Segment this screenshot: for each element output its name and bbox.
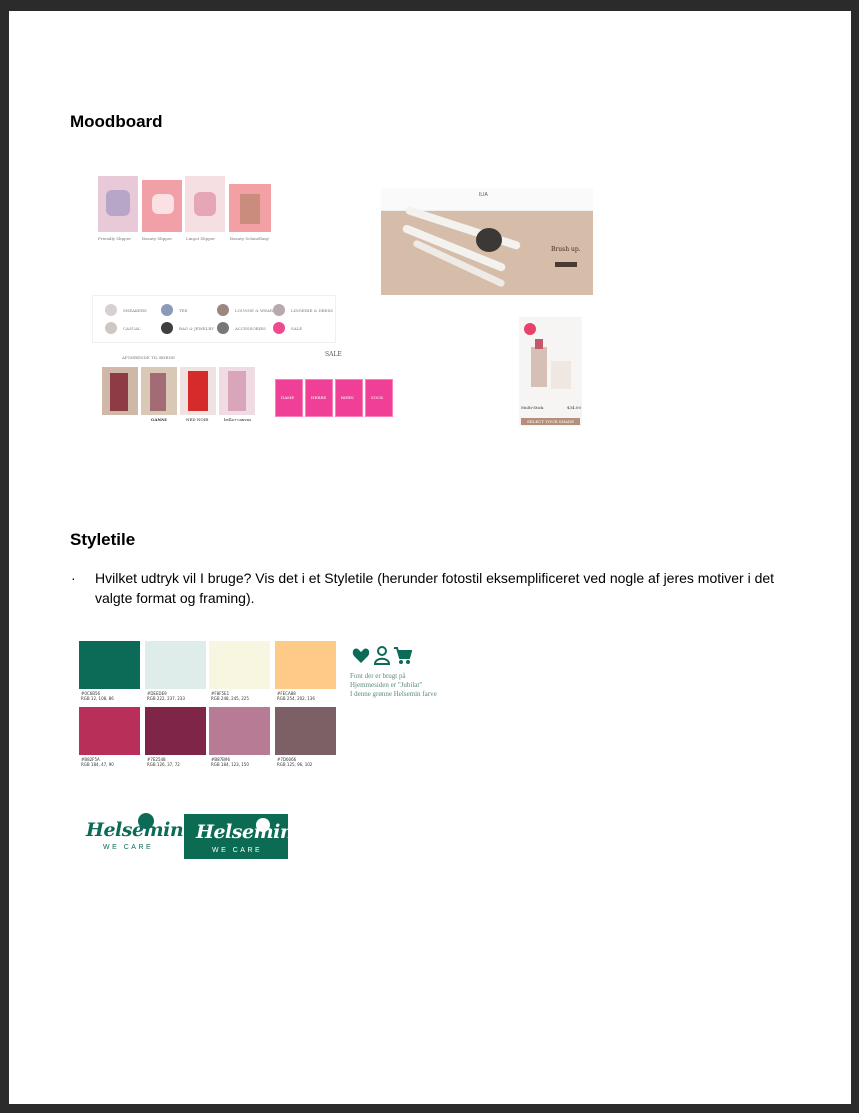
product-price: $34.00 (567, 405, 581, 410)
product-caption: Beauty Slipper (142, 236, 173, 241)
sale-tile-label[interactable]: SOCK (371, 395, 383, 400)
product-card: Multi-Stick $34.00 SELECT YOUR SHADE (519, 317, 582, 426)
heart-icon (352, 648, 370, 663)
color-swatch-label: #0C6B56 RGB 12, 108, 86 (81, 691, 114, 701)
user-icon (373, 646, 391, 665)
category-label[interactable]: SNEAKERS (123, 308, 147, 313)
category-label[interactable]: SALE (291, 326, 302, 331)
color-swatch (209, 707, 270, 755)
color-swatch-label: #DEEDE9 RGB 222, 237, 233 (147, 691, 185, 701)
category-label[interactable]: ACCESSORIES (235, 326, 266, 331)
cart-icon (394, 647, 412, 664)
moodboard-heading: Moodboard (70, 112, 163, 131)
ilia-headline: Brush up. (551, 246, 581, 253)
color-rgb: RGB 184, 47, 90 (81, 762, 114, 767)
color-swatch (209, 641, 270, 689)
color-rgb: RGB 12, 108, 86 (81, 696, 114, 701)
document-page: Moodboard Friendly Slipper Beauty Slippe… (9, 11, 851, 1104)
product-caption: Lingot Slipper (186, 236, 216, 241)
logo-tagline: WE CARE (212, 847, 263, 854)
bullet-marker: · (71, 570, 76, 586)
brands-section: AFGØRENDE TIL BØRNE GANNI NED NOIR bella… (92, 351, 257, 426)
color-swatch-label: #FECA88 RGB 254, 202, 136 (277, 691, 315, 701)
font-note-line: I denne grønne Helsemin farve (350, 690, 437, 698)
helsemin-logo-dark: Helsemin WE CARE (184, 814, 294, 859)
ilia-cta-button[interactable] (555, 262, 577, 267)
color-rgb: RGB 248, 245, 225 (211, 696, 249, 701)
color-swatch-label: #7E2548 RGB 126, 37, 72 (147, 757, 180, 767)
logo-tagline: WE CARE (103, 844, 154, 851)
brand-label: bella+canvas (224, 417, 252, 422)
color-swatch-label: #F8F5E1 RGB 248, 245, 225 (211, 691, 249, 701)
logo-wordmark: Helsemin (86, 819, 184, 841)
category-label[interactable]: LOUNGE & WEAR (235, 308, 273, 313)
bullet-text: Hvilket udtryk vil I bruge? Vis det i et… (95, 570, 775, 606)
styletile-heading: Styletile (70, 530, 136, 549)
color-swatch (145, 707, 206, 755)
color-swatch-label: #7D6066 RGB 125, 96, 102 (277, 757, 312, 767)
ilia-brand: ILIA (479, 192, 488, 198)
sale-section: SALE DAME HERRE BØRN SOCK (269, 349, 393, 419)
font-note-line: Font der er brugt på (350, 672, 406, 680)
color-rgb: RGB 184, 123, 150 (211, 762, 249, 767)
color-swatch (275, 641, 336, 689)
sale-tile-label[interactable]: BØRN (341, 395, 354, 400)
category-grid: SNEAKERS TEE LOUNGE & WEAR LINGERIE & DR… (92, 295, 336, 343)
font-note: Font der er brugt på Hjemmesiden er "Jub… (350, 672, 437, 699)
color-rgb: RGB 254, 202, 136 (277, 696, 315, 701)
category-label[interactable]: BAG & JEWELRY (179, 326, 214, 331)
product-card-button[interactable]: SELECT YOUR SHADE (527, 419, 574, 424)
color-swatch (79, 707, 140, 755)
category-label[interactable]: LINGERIE & DRESS (291, 308, 333, 313)
helsemin-logo-light: Helsemin WE CARE (86, 813, 184, 859)
color-rgb: RGB 222, 237, 233 (147, 696, 185, 701)
color-swatch-label: #B87B96 RGB 184, 123, 150 (211, 757, 249, 767)
color-rgb: RGB 126, 37, 72 (147, 762, 180, 767)
sale-tile-label[interactable]: HERRE (311, 395, 326, 400)
category-label[interactable]: TEE (179, 308, 188, 313)
font-note-line: Hjemmesiden er "Jubilat" (350, 681, 423, 689)
color-swatch (79, 641, 140, 689)
sale-title: SALE (325, 351, 342, 358)
color-swatch-label: #B82F5A RGB 184, 47, 90 (81, 757, 114, 767)
moodboard-collage: Friendly Slipper Beauty Slipper Lingot S… (79, 171, 599, 426)
product-caption: Beauty Schmelling! (230, 236, 270, 241)
brand-label: NED NOIR (186, 417, 209, 422)
color-rgb: RGB 125, 96, 102 (277, 762, 313, 767)
icon-row (352, 646, 412, 665)
product-caption: Friendly Slipper (98, 236, 131, 241)
logo-wordmark: Helsemin (196, 821, 294, 843)
sale-tile-label[interactable]: DAME (281, 395, 294, 400)
product-strip: Friendly Slipper Beauty Slipper Lingot S… (98, 176, 276, 258)
product-name: Multi-Stick (521, 405, 544, 410)
category-label[interactable]: CASUAL (123, 326, 140, 331)
color-swatch (145, 641, 206, 689)
brand-label: GANNI (151, 417, 167, 422)
brands-title: AFGØRENDE TIL BØRNE (122, 355, 175, 360)
color-swatch (275, 707, 336, 755)
ilia-banner: ILIA Brush up. (381, 188, 593, 295)
